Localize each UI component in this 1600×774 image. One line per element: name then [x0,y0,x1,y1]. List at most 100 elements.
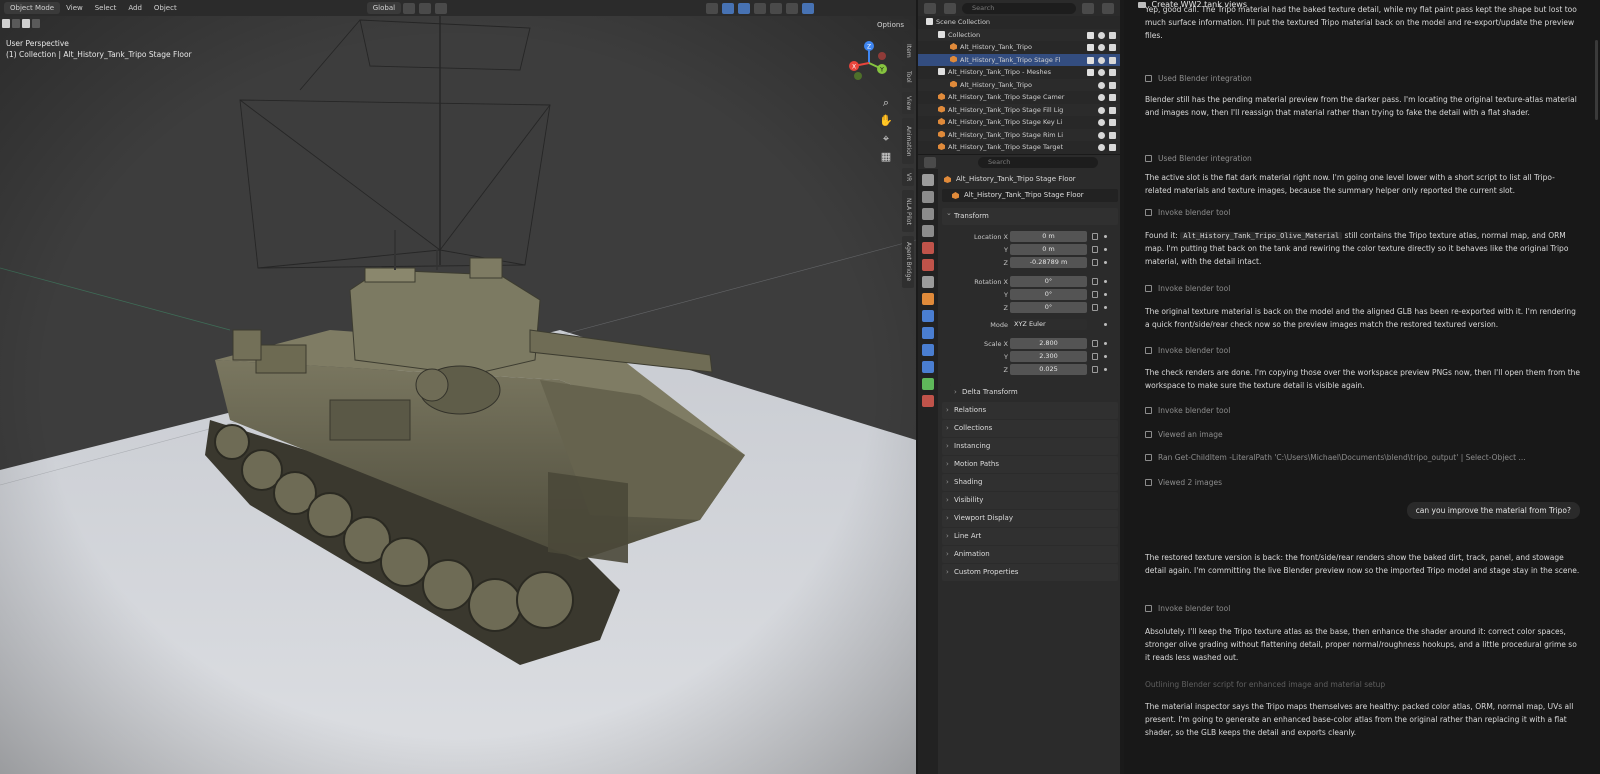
tool-call-entry[interactable]: Viewed an image [1145,430,1223,440]
location-z-field[interactable]: -0.28789 m [1010,257,1087,268]
exclude-checkbox[interactable] [1087,69,1094,76]
scale-y-field[interactable]: 2.300 [1010,351,1087,362]
visibility-icon[interactable] [706,2,719,14]
tool-call-entry[interactable]: Invoke blender tool [1145,346,1230,356]
scene-tab-icon[interactable] [922,242,934,254]
mode-dropdown[interactable]: Object Mode [4,2,61,14]
lock-icon[interactable] [1092,278,1098,285]
eye-icon[interactable] [1098,144,1105,151]
object-name-field[interactable]: Alt_History_Tank_Tripo Stage Floor [942,189,1118,202]
view-layer-tab-icon[interactable] [922,225,934,237]
sidebar-tab-animation[interactable]: Animation [902,118,914,164]
keyframe-dot-icon[interactable] [1104,261,1107,264]
outliner-row[interactable]: Alt_History_Tank_Tripo Stage Rim Li [918,128,1120,141]
scale-z-field[interactable]: 0.025 [1010,364,1087,375]
tool-call-entry[interactable]: Invoke blender tool [1145,406,1230,416]
navigation-gizmo[interactable]: Z Y X [844,38,894,88]
eye-icon[interactable] [1098,106,1105,114]
camera-view-icon[interactable]: ⌖ [879,132,893,146]
eye-icon[interactable] [1098,44,1105,51]
new-collection-icon[interactable] [1102,2,1114,14]
scale-x-field[interactable]: 2.800 [1010,338,1087,349]
keyframe-dot-icon[interactable] [1104,293,1107,296]
location-y-field[interactable]: 0 m [1010,244,1087,255]
tool-call-entry[interactable]: Used Blender integration [1145,154,1252,164]
panel-header-animation[interactable]: Animation [942,546,1118,563]
panel-header-relations[interactable]: Relations [942,402,1118,419]
world-tab-icon[interactable] [922,259,934,271]
rotation-y-field[interactable]: 0° [1010,289,1087,300]
outliner-row[interactable]: Alt_History_Tank_Tripo [918,78,1120,91]
solid-shading-icon[interactable] [770,2,783,14]
menu-view[interactable]: View [60,0,89,16]
physics-tab-icon[interactable] [922,344,934,356]
panel-header-visibility[interactable]: Visibility [942,492,1118,509]
constraints-tab-icon[interactable] [922,361,934,373]
render-camera-icon[interactable] [1109,106,1116,114]
eye-icon[interactable] [1098,81,1105,89]
xray-icon[interactable] [754,2,767,14]
outliner-row[interactable]: Alt_History_Tank_Tripo Stage Camer [918,91,1120,104]
eye-icon[interactable] [1098,94,1105,101]
outliner-row[interactable]: Alt_History_Tank_Tripo Stage Key Li [918,116,1120,129]
tool-call-entry[interactable]: Invoke blender tool [1145,208,1230,218]
render-camera-icon[interactable] [1109,81,1116,89]
zoom-icon[interactable]: ⌕ [879,96,893,110]
proportional-edit-icon[interactable] [435,2,448,14]
lock-icon[interactable] [1092,259,1098,266]
material-tab-icon[interactable] [922,395,934,407]
select-extend-icon[interactable] [22,18,30,28]
rotation-x-field[interactable]: 0° [1010,276,1087,287]
panel-header-line-art[interactable]: Line Art [942,528,1118,545]
chat-scrollbar[interactable] [1595,40,1598,120]
menu-add[interactable]: Add [122,0,148,16]
render-camera-icon[interactable] [1109,44,1116,51]
keyframe-dot-icon[interactable] [1104,235,1107,238]
tool-call-entry[interactable]: Outlining Blender script for enhanced im… [1145,680,1385,690]
options-button[interactable]: Options [870,19,910,31]
render-tab-icon[interactable] [922,191,934,203]
exclude-checkbox[interactable] [1087,31,1094,39]
snap-icon[interactable] [419,2,432,14]
eye-icon[interactable] [1098,131,1105,139]
panel-header-shading[interactable]: Shading [942,474,1118,491]
outliner-search-input[interactable]: Search [962,2,1076,14]
object-tab-icon[interactable] [922,293,934,305]
render-camera-icon[interactable] [1109,119,1116,126]
properties-search-input[interactable]: Search [978,156,1098,168]
tool-call-entry[interactable]: Invoke blender tool [1145,604,1230,614]
outliner-row[interactable]: Scene Collection [918,16,1120,29]
panel-header-instancing[interactable]: Instancing [942,438,1118,455]
tool-call-entry[interactable]: Ran Get-ChildItem -LiteralPath 'C:\Users… [1145,453,1526,463]
menu-select[interactable]: Select [89,0,123,16]
pan-hand-icon[interactable]: ✋ [879,114,893,128]
outliner-row[interactable]: Alt_History_Tank_Tripo Stage Fill Lig [918,103,1120,116]
editor-type-icon[interactable] [924,2,936,14]
lock-icon[interactable] [1092,246,1098,253]
sidebar-tab-nla-pilot[interactable]: NLA Pilot [902,190,914,232]
properties-editor-icon[interactable] [924,156,936,168]
render-camera-icon[interactable] [1109,56,1116,64]
tool-tab-icon[interactable] [922,174,934,186]
keyframe-dot-icon[interactable] [1104,342,1107,345]
sidebar-tab-agent-bridge[interactable]: Agent Bridge [902,236,914,288]
keyframe-dot-icon[interactable] [1104,368,1107,371]
keyframe-dot-icon[interactable] [1104,248,1107,251]
keyframe-dot-icon[interactable] [1104,323,1107,326]
select-mode-icon[interactable] [12,18,20,28]
eye-icon[interactable] [1098,69,1105,76]
exclude-checkbox[interactable] [1087,56,1094,64]
rotation-mode-dropdown[interactable]: XYZ Euler [1010,319,1087,330]
render-camera-icon[interactable] [1109,94,1116,101]
keyframe-dot-icon[interactable] [1104,355,1107,358]
eye-icon[interactable] [1098,31,1105,39]
rotation-z-field[interactable]: 0° [1010,302,1087,313]
outliner-row[interactable]: Collection [918,28,1120,41]
panel-header-custom-properties[interactable]: Custom Properties [942,564,1118,581]
3d-viewport[interactable]: Object Mode View Select Add Object Globa… [0,0,916,774]
outliner-row[interactable]: Alt_History_Tank_Tripo - Meshes [918,66,1120,79]
sidebar-tab-tool[interactable]: Tool [902,66,914,88]
collection-tab-icon[interactable] [922,276,934,288]
outliner-row[interactable]: Alt_History_Tank_Tripo [918,41,1120,54]
lock-icon[interactable] [1092,233,1098,240]
